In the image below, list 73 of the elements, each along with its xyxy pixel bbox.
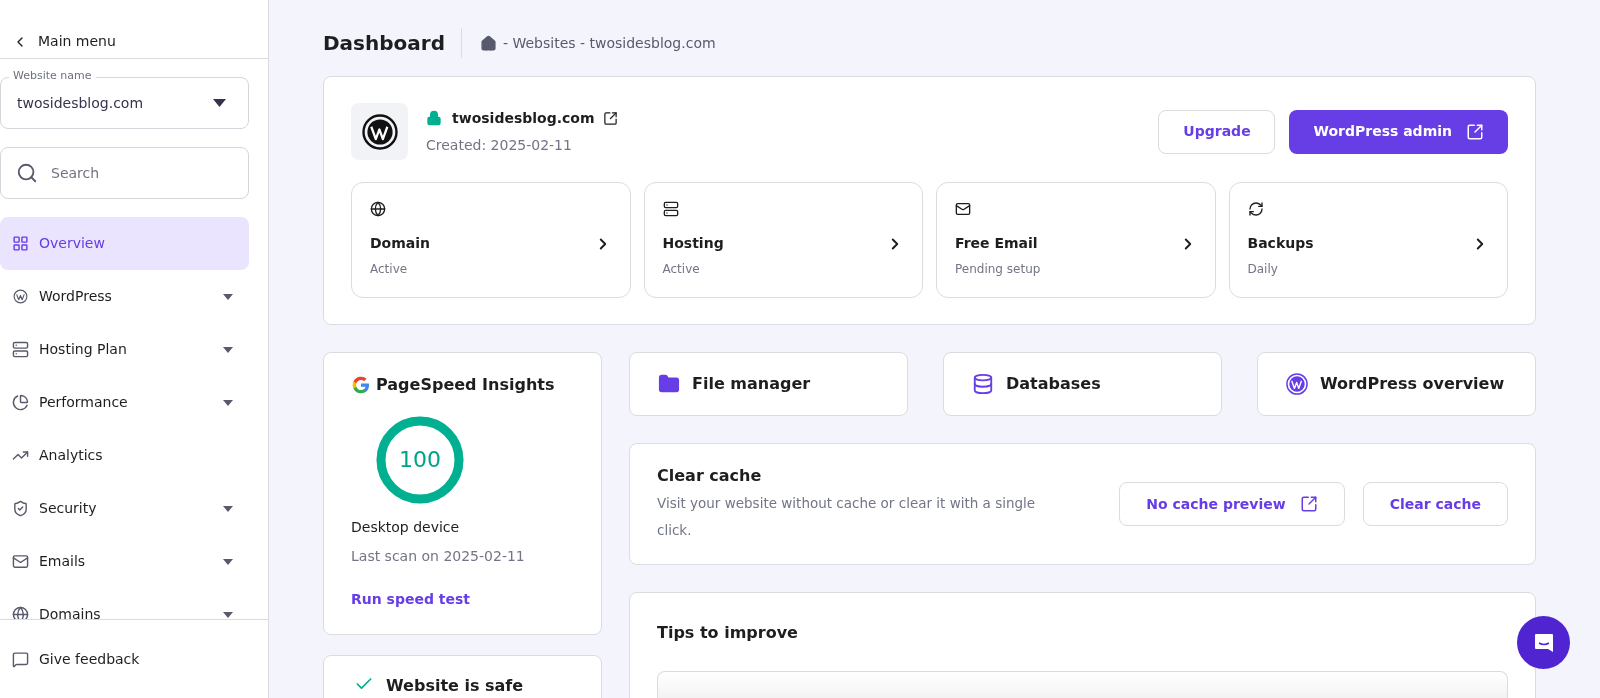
wordpress-logo-icon (361, 113, 398, 150)
sidebar-item[interactable]: Performance (0, 376, 249, 429)
caret-icon (223, 611, 233, 618)
mail-icon (12, 553, 29, 570)
shortcut-tile[interactable]: WordPress overview (1257, 352, 1536, 416)
shortcut-tile[interactable]: File manager (629, 352, 908, 416)
admin-button[interactable]: WordPress admin (1289, 109, 1508, 154)
last-scan: Last scan on 2025-02-11 (351, 547, 526, 566)
site-domain: twosidesblog.com (452, 108, 595, 128)
service-title: Free Email (955, 234, 1038, 253)
page-title: Dashboard (323, 28, 462, 58)
google-logo-icon (351, 375, 371, 395)
sidebar-item[interactable]: Analytics (0, 429, 249, 482)
sidebar-item[interactable]: WordPress (0, 270, 249, 323)
chat-icon (12, 650, 29, 668)
folder-icon (658, 373, 680, 395)
service-title: Hosting (662, 234, 724, 253)
created-date: Created: 2025-02-11 (426, 135, 573, 155)
service-card[interactable]: Backups Daily (1228, 182, 1508, 298)
pie-chart-icon (12, 394, 29, 411)
external-link-icon (1299, 495, 1318, 513)
grid-icon (12, 235, 29, 252)
caret-icon (223, 505, 233, 512)
service-card[interactable]: Domain Active (351, 182, 631, 298)
sidebar-item[interactable]: Domains (0, 588, 249, 619)
caret-icon (223, 293, 233, 300)
search-icon (16, 162, 38, 184)
service-title: Domain (370, 234, 431, 253)
card-title: Website is safe (386, 675, 524, 697)
sidebar-item[interactable]: Emails (0, 535, 249, 588)
wordpress-icon (12, 288, 29, 305)
service-card[interactable]: Hosting Active (643, 182, 923, 298)
database-icon (972, 373, 994, 395)
card-title: PageSpeed Insights (376, 374, 555, 396)
back-link[interactable]: Main menu (12, 31, 116, 52)
sidebar-item[interactable]: Overview (0, 217, 249, 270)
shortcut-tile[interactable]: Databases (943, 352, 1222, 416)
service-status: Pending setup (955, 261, 1042, 278)
refresh-icon (1247, 201, 1264, 217)
caret-icon (223, 558, 233, 565)
shield-icon (12, 500, 29, 517)
breadcrumb: - Websites - twosidesblog.com (503, 33, 716, 53)
wordpress-logo-icon (1286, 373, 1308, 395)
service-status: Active (662, 261, 701, 278)
server-icon (12, 341, 29, 358)
lock-icon (426, 110, 442, 126)
server-icon (662, 201, 679, 217)
globe-icon (12, 606, 29, 619)
score-value: 100 (399, 447, 441, 473)
caret-icon (223, 399, 233, 406)
globe-icon (370, 201, 386, 217)
service-status: Active (370, 261, 409, 278)
service-status: Daily (1247, 261, 1279, 278)
external-link-icon[interactable] (602, 110, 618, 126)
feedback-button[interactable]: Give feedback (12, 648, 140, 670)
external-link-icon (1466, 122, 1484, 141)
home-icon[interactable] (480, 34, 497, 52)
clear-cache-button[interactable]: Clear cache (1362, 482, 1508, 526)
caret-icon (213, 99, 226, 107)
card-description: Visit your website without cache or clear it with a single click. (657, 494, 1037, 540)
sidebar-item[interactable]: Security (0, 482, 249, 535)
card-title: Tips to improve (657, 622, 799, 644)
caret-icon (223, 346, 233, 353)
device-label: Desktop device (351, 518, 461, 537)
mail-icon (955, 201, 971, 217)
upgrade-button[interactable]: Upgrade (1158, 109, 1276, 154)
service-title: Backups (1247, 234, 1314, 253)
sidebar-item[interactable]: Hosting Plan (0, 323, 249, 376)
service-card[interactable]: Free Email Pending setup (936, 182, 1216, 298)
run-test-link[interactable]: Run speed test (351, 589, 574, 610)
preview-button[interactable]: No cache preview (1119, 482, 1345, 526)
card-title: Clear cache (657, 465, 763, 487)
search-field[interactable]: Search (0, 147, 249, 199)
